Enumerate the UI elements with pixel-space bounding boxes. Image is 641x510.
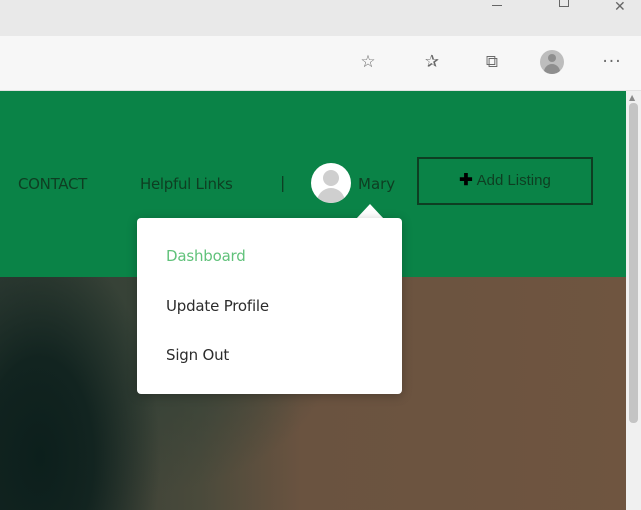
plus-icon: ✚ [459,172,473,189]
address-bar[interactable] [0,36,340,90]
menu-item-update-profile[interactable]: Update Profile [166,297,269,315]
nav-user-name[interactable]: Mary [358,175,395,193]
close-icon: ✕ [614,0,626,15]
more-options-icon[interactable]: ··· [600,50,624,74]
user-avatar-icon[interactable] [311,163,351,203]
add-listing-label: Add Listing [476,172,551,189]
dropdown-caret [356,204,384,219]
favorites-icon[interactable]: ✰ [420,50,444,74]
user-dropdown-menu: Dashboard Update Profile Sign Out [137,218,402,394]
close-window-button[interactable]: ✕ [600,0,640,28]
browser-profile-button[interactable] [540,50,564,74]
menu-item-sign-out[interactable]: Sign Out [166,346,229,364]
nav-link-helpful-links[interactable]: Helpful Links [140,175,233,193]
scroll-up-arrow-icon[interactable]: ▲ [629,93,635,102]
browser-toolbar: ☆ ✰ ⧉ ··· [0,36,641,91]
collections-icon[interactable]: ⧉ [480,50,504,74]
minimize-icon [492,5,502,6]
nav-separator: | [280,173,286,192]
profile-avatar-icon [540,50,564,74]
browser-title-bar: ✕ [0,0,641,36]
add-favorite-star-icon[interactable]: ☆ [356,50,380,74]
minimize-button[interactable] [476,0,516,28]
scrollbar-thumb[interactable] [629,103,638,423]
add-listing-button[interactable]: ✚ Add Listing [417,157,593,205]
maximize-button[interactable] [544,0,584,28]
page-scrollbar[interactable]: ▲ [626,91,641,510]
maximize-icon [559,0,569,7]
nav-link-contact[interactable]: CONTACT [18,175,87,193]
menu-item-dashboard[interactable]: Dashboard [166,247,246,265]
